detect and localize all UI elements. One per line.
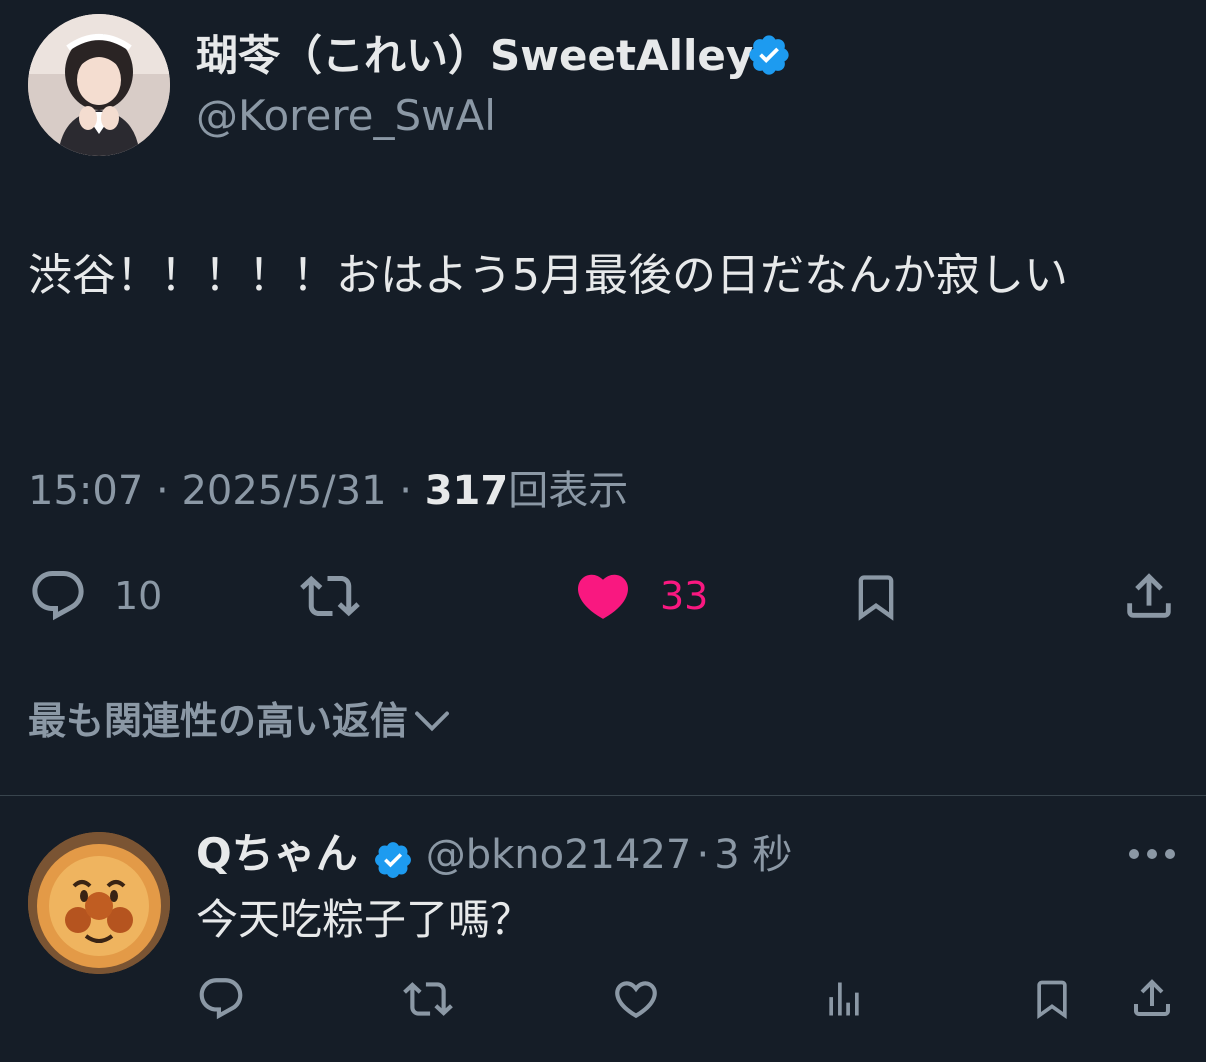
chevron-down-icon bbox=[415, 711, 449, 731]
tweet-text: 渋谷！！！！！おはよう5月最後の日だなんか寂しい bbox=[28, 250, 1068, 301]
like-count[interactable]: 33 bbox=[660, 572, 708, 620]
author-name[interactable]: 瑚苓（これい）SweetAlley bbox=[196, 26, 753, 86]
reply-author-avatar[interactable] bbox=[28, 832, 170, 974]
reply-header: Qちゃん @bkno21427 · 3 秒 bbox=[196, 826, 792, 891]
verified-badge-icon[interactable] bbox=[746, 32, 792, 78]
share-icon[interactable] bbox=[1128, 972, 1176, 1024]
tweet-date[interactable]: 2025/5/31 bbox=[181, 468, 386, 514]
avatar-image bbox=[28, 14, 170, 156]
reply-time[interactable]: 3 秒 bbox=[714, 832, 792, 878]
reply-text: 今天吃粽子了嗎？ bbox=[196, 895, 533, 944]
tweet-time[interactable]: 15:07 bbox=[28, 468, 143, 514]
author-handle[interactable]: @Korere_SwAl bbox=[196, 90, 496, 142]
bookmark-icon[interactable] bbox=[850, 566, 902, 628]
divider bbox=[0, 795, 1206, 796]
reply-author-handle[interactable]: @bkno21427 bbox=[426, 832, 692, 878]
views-label: 回表示 bbox=[508, 468, 629, 514]
analytics-icon[interactable] bbox=[822, 974, 866, 1024]
share-icon[interactable] bbox=[1120, 566, 1178, 626]
author-avatar[interactable] bbox=[28, 14, 170, 156]
views-count[interactable]: 317 bbox=[425, 468, 509, 514]
reply-icon[interactable] bbox=[196, 974, 246, 1024]
reply-sort-label: 最も関連性の高い返信 bbox=[28, 699, 409, 743]
meta-separator: · bbox=[156, 468, 169, 514]
heart-icon[interactable] bbox=[572, 566, 634, 626]
verified-badge-icon[interactable] bbox=[372, 839, 414, 881]
tweet-meta: 15:07 · 2025/5/31 · 317回表示 bbox=[28, 466, 628, 516]
bookmark-icon[interactable] bbox=[1030, 972, 1074, 1026]
meta-separator: · bbox=[696, 832, 710, 878]
more-icon[interactable] bbox=[1126, 840, 1178, 868]
meta-separator: · bbox=[399, 468, 412, 514]
avatar-image bbox=[28, 832, 170, 974]
retweet-icon[interactable] bbox=[400, 974, 456, 1024]
heart-icon[interactable] bbox=[610, 974, 662, 1024]
reply-sort-dropdown[interactable]: 最も関連性の高い返信 bbox=[28, 696, 450, 746]
reply-author-name[interactable]: Qちゃん bbox=[196, 829, 358, 878]
reply-icon[interactable] bbox=[28, 566, 88, 626]
retweet-icon[interactable] bbox=[296, 566, 364, 626]
reply-count[interactable]: 10 bbox=[114, 572, 162, 620]
